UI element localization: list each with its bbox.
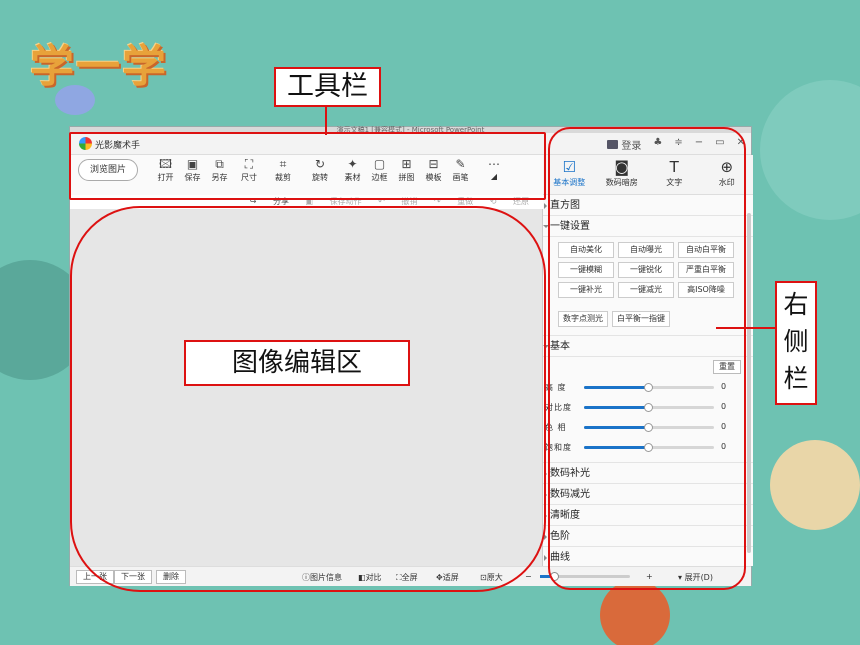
label-editor: 图像编辑区 [184, 340, 410, 386]
decor-circle [770, 440, 860, 530]
sidebar-scrollbar[interactable] [747, 213, 751, 553]
editor-highlight [70, 206, 546, 592]
label-right-sidebar: 右 侧 栏 [775, 281, 817, 405]
label-right-connector [716, 327, 776, 329]
slide-heading: 学一学 [30, 41, 168, 92]
zoom-out-button[interactable]: − [525, 572, 532, 581]
label-toolbar-connector [325, 107, 327, 135]
sidebar-highlight [548, 127, 746, 590]
toolbar-highlight [69, 132, 546, 200]
label-toolbar: 工具栏 [274, 67, 381, 107]
decor-circle [760, 80, 860, 220]
